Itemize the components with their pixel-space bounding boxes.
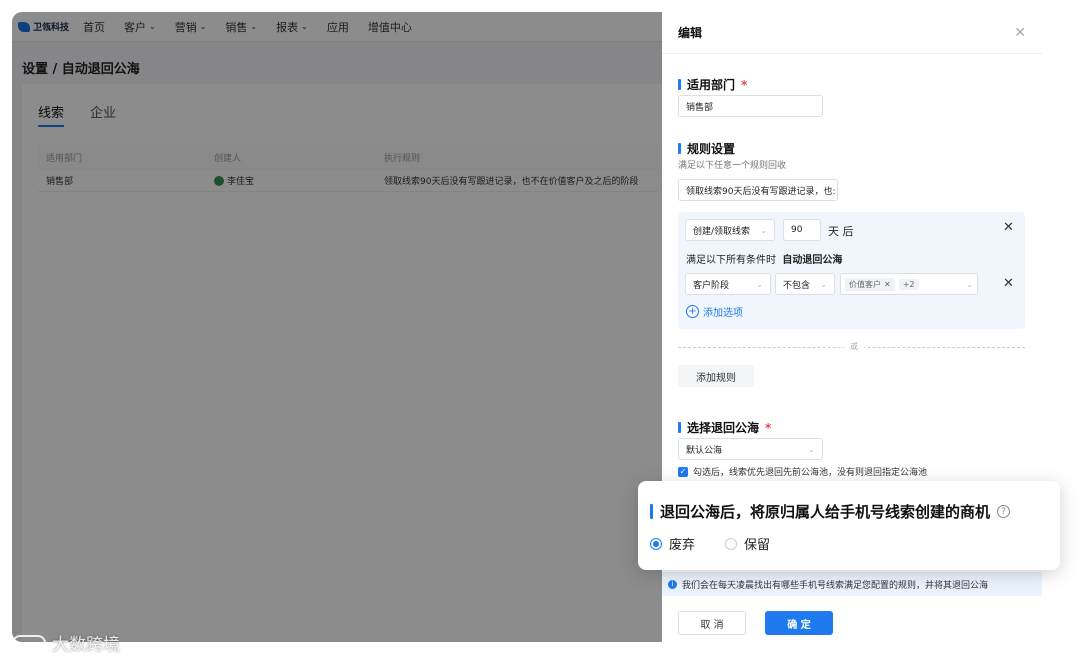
chevron-down-icon: ⌄ bbox=[820, 279, 827, 289]
value-multiselect[interactable]: 价值客户 ✕ +2 ⌄ bbox=[840, 273, 978, 295]
close-icon[interactable]: ✕ bbox=[1014, 25, 1026, 41]
radio-discard[interactable]: 废弃 bbox=[650, 534, 695, 553]
trigger-select[interactable]: 创建/领取线索 ⌄ bbox=[685, 219, 775, 241]
close-icon[interactable]: ✕ bbox=[884, 280, 891, 289]
rule-note: 满足以下任意一个规则回收 bbox=[678, 161, 787, 171]
radio-unselected-icon bbox=[725, 537, 738, 550]
cancel-button[interactable]: 取 消 bbox=[678, 611, 746, 635]
plus-circle-icon: + bbox=[686, 305, 699, 318]
watermark: 大数跨境 bbox=[12, 630, 120, 655]
info-icon: i bbox=[668, 579, 677, 589]
info-bar: i 我们会在每天凌晨找出有哪些手机号线索满足您配置的规则，并将其退回公海 bbox=[662, 572, 1042, 596]
radio-keep[interactable]: 保留 bbox=[725, 534, 770, 553]
section-bar bbox=[678, 422, 681, 433]
chevron-down-icon: ⌄ bbox=[966, 279, 973, 289]
ok-button[interactable]: 确 定 bbox=[765, 611, 833, 635]
rule-summary-input[interactable]: 领取线索90天后没有写跟进记录，也: bbox=[678, 179, 838, 201]
pool-label: 选择退回公海 * bbox=[678, 419, 771, 436]
radio-selected-icon bbox=[650, 537, 662, 550]
dept-label: 适用部门 * bbox=[678, 76, 747, 93]
chevron-down-icon: ⌄ bbox=[760, 225, 767, 235]
dept-input[interactable]: 销售部 bbox=[678, 95, 823, 117]
modal-mask[interactable] bbox=[12, 12, 662, 642]
add-option-button[interactable]: + 添加选项 bbox=[686, 304, 743, 319]
drawer-header: 编辑 ✕ bbox=[662, 12, 1042, 54]
section-bar bbox=[650, 504, 653, 519]
days-unit: 天 后 bbox=[828, 225, 854, 238]
field-select[interactable]: 客户阶段 ⌄ bbox=[685, 273, 771, 295]
section-bar bbox=[678, 143, 681, 154]
pool-select[interactable]: 默认公海 ⌄ bbox=[678, 438, 823, 460]
reclaim-opportunity-card: 退回公海后，将原归属人给手机号线索创建的商机 ? 废弃 保留 bbox=[638, 481, 1060, 570]
chevron-down-icon: ⌄ bbox=[808, 444, 815, 454]
chevron-down-icon: ⌄ bbox=[756, 279, 763, 289]
remove-trigger-icon[interactable]: ✕ bbox=[1003, 220, 1014, 235]
days-input[interactable]: 90 bbox=[783, 219, 821, 241]
help-icon[interactable]: ? bbox=[997, 505, 1011, 518]
remove-condition-icon[interactable]: ✕ bbox=[1003, 276, 1014, 291]
checkbox-checked-icon[interactable]: ✓ bbox=[678, 466, 688, 477]
condition-text: 满足以下所有条件时 自动退回公海 bbox=[686, 255, 843, 266]
callout-title: 退回公海后，将原归属人给手机号线索创建的商机 ? bbox=[650, 501, 1011, 522]
more-tag: +2 bbox=[898, 278, 919, 290]
or-label: 或 bbox=[844, 341, 864, 352]
operator-select[interactable]: 不包含 ⌄ bbox=[775, 273, 835, 295]
rule-label: 规则设置 bbox=[678, 140, 735, 157]
pool-checkbox-row[interactable]: ✓ 勾选后，线索优先退回先前公海池，没有则退回指定公海池 bbox=[678, 465, 927, 478]
add-rule-button[interactable]: 添加规则 bbox=[678, 365, 754, 387]
section-bar bbox=[678, 79, 681, 90]
value-tag: 价值客户 ✕ bbox=[845, 277, 895, 291]
radio-group: 废弃 保留 bbox=[650, 534, 770, 553]
drawer-title: 编辑 bbox=[678, 26, 703, 40]
watermark-logo-icon bbox=[12, 634, 46, 651]
